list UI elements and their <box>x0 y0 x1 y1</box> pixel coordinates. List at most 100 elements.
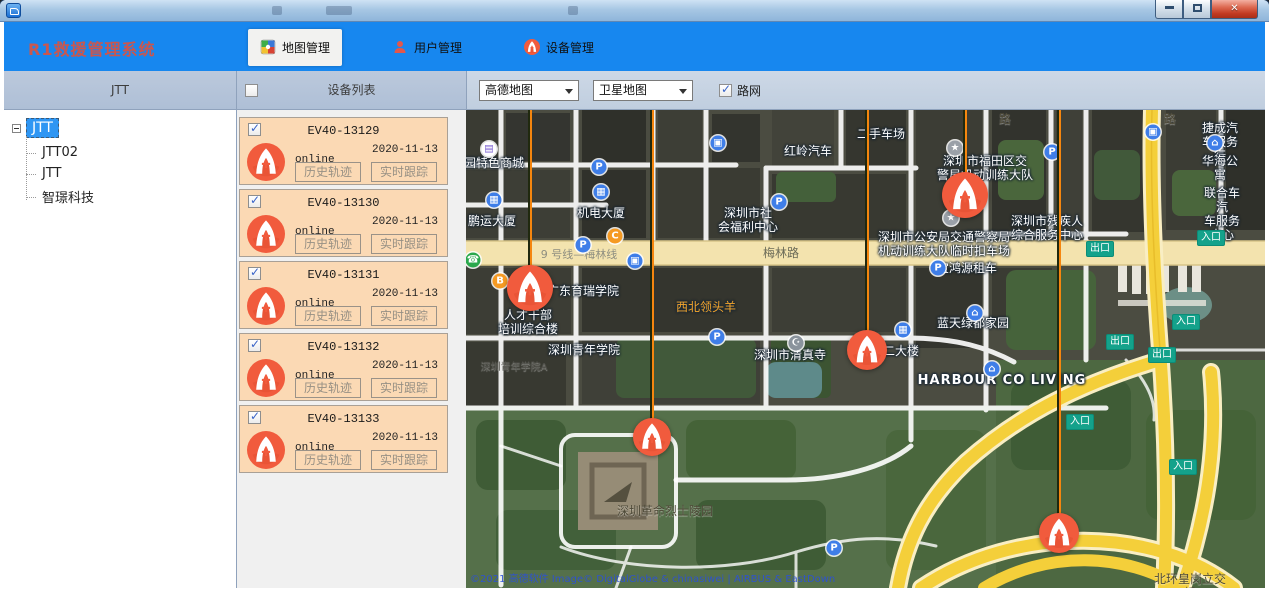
drone-marker[interactable] <box>507 265 553 315</box>
history-track-button[interactable]: 历史轨迹 <box>295 306 361 326</box>
history-track-button[interactable]: 历史轨迹 <box>295 234 361 254</box>
gate-badge: 入口 <box>1197 230 1225 246</box>
app-icon <box>6 3 21 18</box>
device-name: EV40-13132 <box>240 340 447 354</box>
gate-badge: 入口 <box>1066 414 1094 430</box>
device-panel-header: 设备列表 <box>236 71 466 110</box>
device-card: EV40-13130 online 2020-11-13 历史轨迹 实时跟踪 <box>239 189 448 257</box>
tab-device-management[interactable]: 设备管理 <box>512 29 606 66</box>
tree-node[interactable]: JTT02 <box>4 142 236 163</box>
maximize-icon <box>1193 4 1202 12</box>
star-icon: ★ <box>948 141 963 156</box>
map-layer-value: 卫星地图 <box>599 83 647 97</box>
tab-user-management[interactable]: 用户管理 <box>380 29 474 66</box>
cart-icon: ▤ <box>482 142 497 157</box>
parking-icon: P <box>931 261 946 276</box>
building-icon: ▦ <box>487 193 502 208</box>
drone-marker[interactable] <box>942 172 988 222</box>
building-icon: ▦ <box>594 185 609 200</box>
parking-icon: P <box>592 160 607 175</box>
map-provider-select[interactable]: 高德地图 <box>479 80 579 101</box>
map-attribution: ©2021 高德软件 Image© DigitalGlobe & chinasi… <box>470 570 835 585</box>
tab-label: 地图管理 <box>282 39 330 56</box>
window-titlebar[interactable]: ✕ <box>0 0 1269 22</box>
app-window: ✕ R1救援管理系统 地图管理 用户管理 设备管理 JTT 设备列表 高德地图 <box>0 0 1269 593</box>
user-icon <box>392 39 408 55</box>
drone-tether-line <box>650 110 654 437</box>
close-button[interactable]: ✕ <box>1211 0 1258 19</box>
map-provider-value: 高德地图 <box>485 83 533 97</box>
panel-divider <box>236 71 237 588</box>
letter-icon: C <box>608 229 623 244</box>
drone-marker[interactable] <box>847 330 887 374</box>
device-date: 2020-11-13 <box>372 144 438 156</box>
realtime-track-button[interactable]: 实时跟踪 <box>371 378 437 398</box>
system-title: R1救援管理系统 <box>28 36 155 60</box>
realtime-track-button[interactable]: 实时跟踪 <box>371 306 437 326</box>
realtime-track-button[interactable]: 实时跟踪 <box>371 450 437 470</box>
minimize-button[interactable] <box>1155 0 1183 19</box>
device-card: EV40-13132 online 2020-11-13 历史轨迹 实时跟踪 <box>239 333 448 401</box>
tree-panel-header: JTT <box>4 71 236 110</box>
tree-expander-icon[interactable] <box>12 124 21 133</box>
letter-icon: B <box>493 274 508 289</box>
tab-bar: 地图管理 用户管理 设备管理 <box>248 27 606 67</box>
parking-icon: P <box>710 330 725 345</box>
drone-marker[interactable] <box>1039 513 1079 557</box>
device-name: EV40-13129 <box>240 124 447 138</box>
map-toolbar: 高德地图 卫星地图 路网 <box>466 71 1265 110</box>
minimize-icon <box>1165 6 1174 9</box>
phone-icon: ☎ <box>466 253 481 268</box>
realtime-track-button[interactable]: 实时跟踪 <box>371 234 437 254</box>
realtime-track-button[interactable]: 实时跟踪 <box>371 162 437 182</box>
device-list-title: 设备列表 <box>327 83 375 97</box>
device-date: 2020-11-13 <box>372 360 438 372</box>
history-track-button[interactable]: 历史轨迹 <box>295 450 361 470</box>
drone-icon <box>247 359 285 397</box>
roadnet-toggle[interactable]: 路网 <box>719 82 761 99</box>
map-canvas[interactable]: ©2021 高德软件 Image© DigitalGlobe & chinasi… <box>466 110 1265 588</box>
parking-icon: P <box>827 541 842 556</box>
tree-node[interactable]: JTT <box>4 163 236 184</box>
map-icon <box>260 39 276 55</box>
chevron-down-icon <box>679 89 687 94</box>
device-date: 2020-11-13 <box>372 216 438 228</box>
maximize-button[interactable] <box>1183 0 1211 19</box>
device-name: EV40-13130 <box>240 196 447 210</box>
history-track-button[interactable]: 历史轨迹 <box>295 378 361 398</box>
map-layer-select[interactable]: 卫星地图 <box>593 80 693 101</box>
close-icon: ✕ <box>1230 3 1238 14</box>
roadnet-checkbox[interactable] <box>719 84 732 97</box>
tab-label: 设备管理 <box>546 39 594 56</box>
roadnet-label: 路网 <box>737 82 761 99</box>
gate-badge: 入口 <box>1172 314 1200 330</box>
drone-marker[interactable] <box>633 418 671 460</box>
home-icon: ⌂ <box>968 306 983 321</box>
tree-node[interactable]: 智璟科技 <box>4 184 236 209</box>
gate-badge: 出口 <box>1148 347 1176 363</box>
tab-map-management[interactable]: 地图管理 <box>248 29 342 66</box>
drone-icon <box>524 39 540 55</box>
tab-label: 用户管理 <box>414 39 462 56</box>
tree-root-node[interactable]: JTT <box>26 118 59 138</box>
bus-icon: ▣ <box>711 136 726 151</box>
parking-icon: P <box>772 195 787 210</box>
device-card: EV40-13131 online 2020-11-13 历史轨迹 实时跟踪 <box>239 261 448 329</box>
drone-icon <box>247 431 285 469</box>
drone-tether-line <box>1057 110 1061 533</box>
device-list-select-all-checkbox[interactable] <box>245 84 258 97</box>
building-icon: ▦ <box>896 323 911 338</box>
gate-badge: 出口 <box>1086 241 1114 257</box>
history-track-button[interactable]: 历史轨迹 <box>295 162 361 182</box>
org-tree-panel: JTT JTT02JTT智璟科技 <box>4 110 236 588</box>
app-header: R1救援管理系统 地图管理 用户管理 设备管理 <box>4 22 1265 71</box>
tree-children: JTT02JTT智璟科技 <box>4 142 236 209</box>
device-list-panel: EV40-13129 online 2020-11-13 历史轨迹 实时跟踪 E… <box>237 110 466 588</box>
bus-icon: ▣ <box>1146 125 1161 140</box>
bus-icon: ▣ <box>628 254 643 269</box>
device-card: EV40-13129 online 2020-11-13 历史轨迹 实时跟踪 <box>239 117 448 185</box>
device-name: EV40-13133 <box>240 412 447 426</box>
drone-icon <box>247 143 285 181</box>
home-icon: ⌂ <box>1208 136 1223 151</box>
device-date: 2020-11-13 <box>372 432 438 444</box>
